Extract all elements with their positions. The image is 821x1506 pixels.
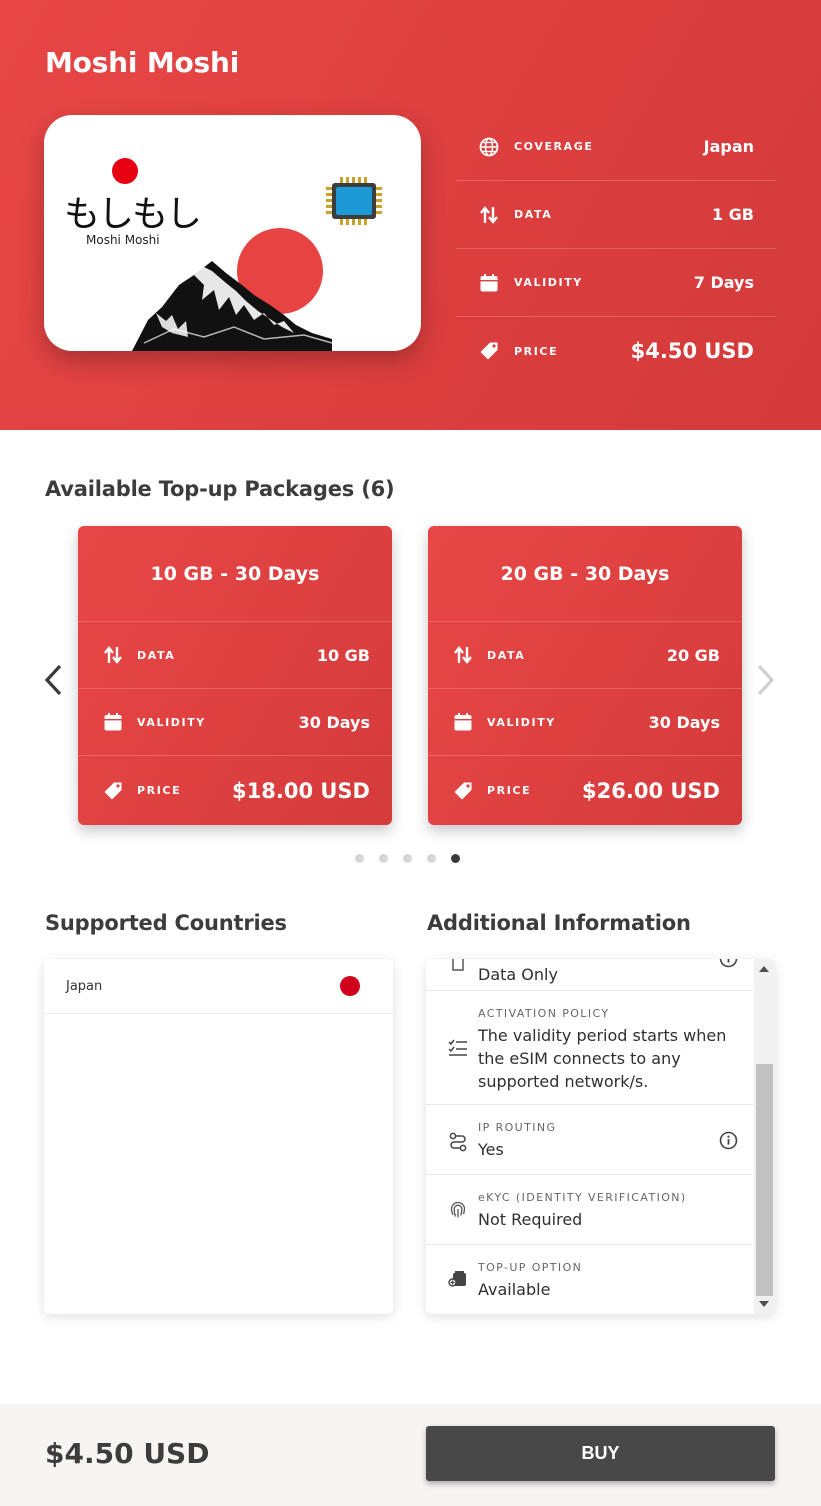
info-tooltip-icon[interactable] xyxy=(719,1131,738,1150)
package-header: Moshi Moshi eSIM もしもし Moshi Moshi COVERA… xyxy=(0,0,821,430)
package-title: Moshi Moshi xyxy=(45,46,240,79)
carousel-dot[interactable] xyxy=(427,854,436,863)
package-data-label: DATA xyxy=(137,648,176,662)
info-title: Additional Information xyxy=(427,911,691,935)
info-value: Data Only xyxy=(478,965,558,984)
buy-button[interactable]: BUY xyxy=(426,1426,775,1481)
spec-data: DATA 1 GB xyxy=(456,181,776,249)
package-data-label: DATA xyxy=(487,648,526,662)
swap-vertical-icon xyxy=(478,204,500,226)
info-tooltip-icon[interactable] xyxy=(719,959,738,968)
price-tag-icon xyxy=(102,780,124,802)
list-item[interactable]: Japan xyxy=(44,959,393,1014)
carousel-pagination xyxy=(355,854,460,863)
info-row-ekyc: eKYC (IDENTITY VERIFICATION) Not Require… xyxy=(426,1175,754,1245)
esim-card-image: eSIM もしもし Moshi Moshi xyxy=(44,115,421,351)
fingerprint-icon xyxy=(448,1199,468,1219)
spec-value: 1 GB xyxy=(711,205,754,224)
info-label: ACTIVATION POLICY xyxy=(478,1007,610,1020)
info-row-top-up: TOP-UP OPTION Available xyxy=(426,1245,754,1314)
scroll-down-arrow-icon[interactable] xyxy=(759,1301,769,1307)
calendar-icon xyxy=(102,711,124,733)
package-validity-value: 30 Days xyxy=(298,712,370,732)
info-row-plan-type: Data Only xyxy=(426,959,754,991)
package-price-value: $26.00 USD xyxy=(582,778,720,803)
spec-label: PRICE xyxy=(514,344,559,358)
brand-logo-english: Moshi Moshi xyxy=(86,233,160,247)
info-row-ip-routing: IP ROUTING Yes xyxy=(426,1105,754,1175)
swap-vertical-icon xyxy=(452,644,474,666)
additional-info-panel[interactable]: Data Only ACTIVATION POLICY The validity… xyxy=(426,959,775,1314)
spec-label: VALIDITY xyxy=(514,276,583,289)
japan-flag-icon xyxy=(340,976,360,996)
spec-value: 7 Days xyxy=(693,273,754,292)
info-value: The validity period starts when the eSIM… xyxy=(478,1026,727,1091)
package-data-row: DATA 10 GB xyxy=(78,622,392,689)
country-name: Japan xyxy=(66,978,103,994)
package-specs: COVERAGE Japan DATA 1 GB VALIDITY 7 Days… xyxy=(456,113,776,385)
chevron-left-icon xyxy=(44,664,62,696)
package-data-row: DATA 20 GB xyxy=(428,622,742,689)
countries-list: Japan xyxy=(44,959,393,1314)
swap-vertical-icon xyxy=(102,644,124,666)
spec-coverage: COVERAGE Japan xyxy=(456,113,776,181)
calendar-icon xyxy=(478,272,500,294)
package-validity-label: VALIDITY xyxy=(487,715,556,729)
carousel-dot[interactable] xyxy=(403,854,412,863)
package-data-value: 10 GB xyxy=(316,645,370,665)
package-data-value: 20 GB xyxy=(666,645,720,665)
spec-validity: VALIDITY 7 Days xyxy=(456,249,776,317)
countries-title: Supported Countries xyxy=(45,911,287,935)
additional-info-list: Data Only ACTIVATION POLICY The validity… xyxy=(426,959,754,1314)
info-value: Not Required xyxy=(478,1210,583,1229)
info-row-activation-policy: ACTIVATION POLICY The validity period st… xyxy=(426,991,754,1105)
package-name: 10 GB - 30 Days xyxy=(78,526,392,622)
calendar-icon xyxy=(452,711,474,733)
info-value: Yes xyxy=(478,1140,504,1159)
spec-label: COVERAGE xyxy=(514,140,594,153)
chevron-right-icon xyxy=(757,664,775,696)
carousel-prev-button[interactable] xyxy=(40,660,66,700)
info-value: Available xyxy=(478,1280,551,1299)
spec-value: Japan xyxy=(703,137,754,156)
spec-label: DATA xyxy=(514,208,553,221)
spec-price: PRICE $4.50 USD xyxy=(456,317,776,385)
route-icon xyxy=(448,1132,468,1152)
globe-icon xyxy=(478,136,500,158)
packages-title: Available Top-up Packages (6) xyxy=(45,477,395,501)
scroll-up-arrow-icon[interactable] xyxy=(759,966,769,972)
package-name: 20 GB - 30 Days xyxy=(428,526,742,622)
topup-icon xyxy=(448,1269,468,1289)
sim-icon xyxy=(448,959,468,973)
price-tag-icon xyxy=(478,340,500,362)
footer-price: $4.50 USD xyxy=(45,1437,210,1470)
info-scrollbar[interactable] xyxy=(754,959,775,1314)
brand-logo-japanese: もしもし xyxy=(64,194,202,235)
esim-chip-label: eSIM xyxy=(342,232,367,242)
info-label: eKYC (IDENTITY VERIFICATION) xyxy=(478,1191,687,1204)
package-price-label: PRICE xyxy=(487,784,532,797)
carousel-dot-active[interactable] xyxy=(451,854,460,863)
checklist-icon xyxy=(448,1038,468,1058)
package-validity-value: 30 Days xyxy=(648,712,720,732)
info-label: TOP-UP OPTION xyxy=(478,1261,583,1274)
carousel-dot[interactable] xyxy=(379,854,388,863)
package-validity-row: VALIDITY 30 Days xyxy=(428,689,742,756)
spec-value: $4.50 USD xyxy=(630,339,754,363)
package-price-row: PRICE $18.00 USD xyxy=(78,756,392,825)
package-price-row: PRICE $26.00 USD xyxy=(428,756,742,825)
package-price-value: $18.00 USD xyxy=(232,778,370,803)
price-tag-icon xyxy=(452,780,474,802)
package-card[interactable]: 20 GB - 30 Days DATA 20 GB VALIDITY 30 D… xyxy=(428,526,742,825)
purchase-footer: $4.50 USD BUY xyxy=(0,1404,821,1506)
info-label: IP ROUTING xyxy=(478,1121,557,1134)
package-price-label: PRICE xyxy=(137,784,182,797)
package-validity-row: VALIDITY 30 Days xyxy=(78,689,392,756)
package-card[interactable]: 10 GB - 30 Days DATA 10 GB VALIDITY 30 D… xyxy=(78,526,392,825)
carousel-dot[interactable] xyxy=(355,854,364,863)
carousel-next-button[interactable] xyxy=(753,660,779,700)
package-validity-label: VALIDITY xyxy=(137,715,206,729)
scrollbar-thumb[interactable] xyxy=(756,1064,773,1296)
